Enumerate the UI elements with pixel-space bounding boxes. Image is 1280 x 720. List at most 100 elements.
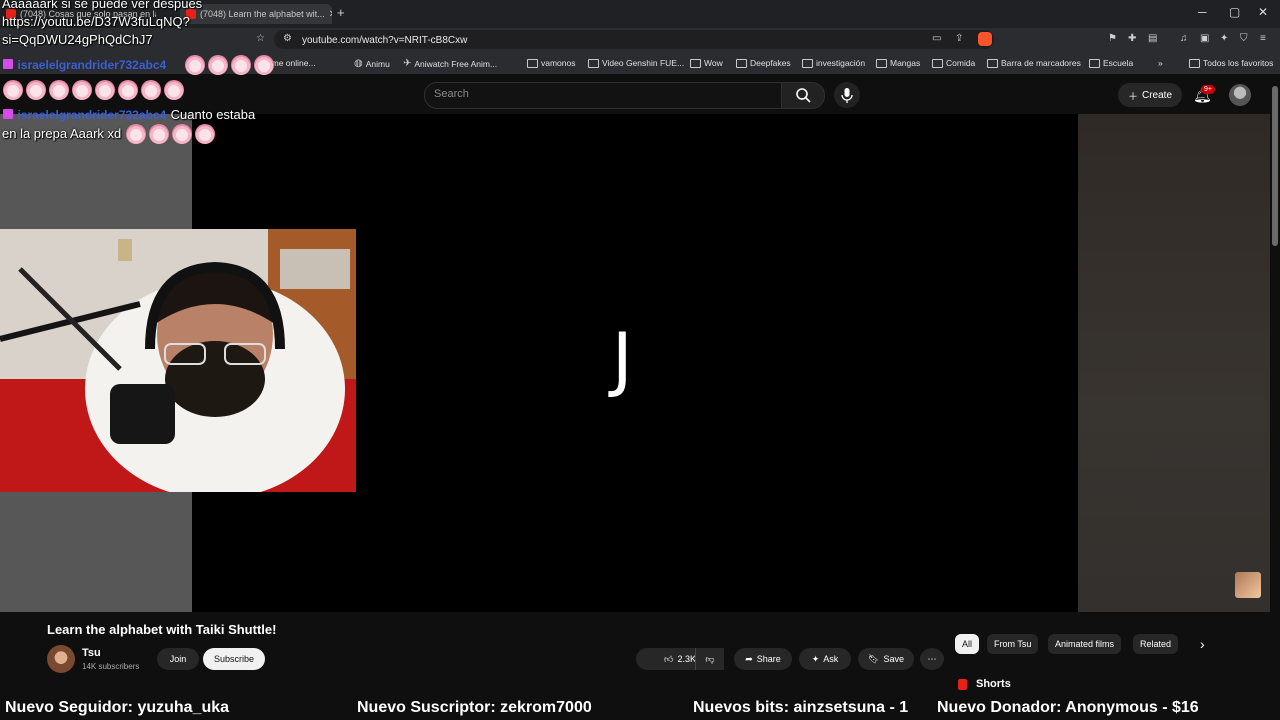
search-icon — [796, 88, 811, 103]
puzzle-icon[interactable]: ✚ — [1128, 33, 1136, 44]
bookmark-label: Escuela — [1103, 58, 1134, 68]
ask-button[interactable]: ✦ Ask — [799, 648, 851, 670]
webcam-feed — [0, 229, 356, 492]
search-input[interactable] — [424, 82, 783, 109]
new-tab-button[interactable]: + — [337, 5, 345, 20]
bookmark-aniwatch[interactable]: ✈ Aniwatch Free Anim... — [403, 58, 497, 69]
url-text[interactable]: youtube.com/watch?v=NRIT-cB8Cxw — [302, 35, 467, 46]
all-bookmarks[interactable]: Todos los favoritos — [1189, 58, 1273, 68]
bookmark-comida[interactable]: Comida — [932, 58, 975, 68]
tab-learn-alphabet[interactable]: (7048) Learn the alphabet wit... ✕ — [180, 4, 332, 24]
music-icon[interactable]: ♫ — [1180, 33, 1188, 44]
cast-icon[interactable]: ▭ — [932, 33, 941, 44]
emote-icon — [148, 124, 169, 144]
emote-icon — [95, 80, 115, 100]
channel-watermark[interactable] — [1235, 572, 1261, 598]
more-bookmarks-icon[interactable]: » — [1158, 58, 1163, 68]
folder-icon — [690, 58, 701, 68]
emote-icon — [141, 80, 161, 100]
emote-icon — [164, 80, 184, 100]
brave-shield-icon[interactable] — [978, 32, 992, 46]
bookmark-barra[interactable]: Barra de marcadores — [987, 58, 1081, 68]
chat-line: Aaaaaark si se puede ver despues — [2, 0, 203, 11]
share-button[interactable]: ➦ Share — [734, 648, 792, 670]
shorts-icon — [958, 679, 967, 690]
dislike-button[interactable]: 👎︎ — [695, 648, 724, 670]
bookmark-label: Todos los favoritos — [1203, 58, 1274, 68]
close-window-icon[interactable]: ✕ — [1258, 5, 1268, 19]
vpn-icon[interactable]: ⛉ — [1240, 33, 1248, 44]
chip-animated-films[interactable]: Animated films — [1048, 634, 1122, 654]
emote-icon — [231, 55, 252, 75]
leo-ai-icon[interactable]: ✦ — [1220, 33, 1228, 44]
menu-icon[interactable]: ≡ — [1260, 33, 1266, 44]
emote-icon — [3, 80, 23, 100]
chat-line: https://youtu.be/D37W3fuLqNQ? — [2, 14, 190, 29]
more-dots-icon: ⋯ — [927, 653, 937, 664]
bookmark-wow[interactable]: Wow — [690, 58, 723, 68]
chip-all[interactable]: All — [955, 634, 980, 654]
channel-avatar[interactable] — [47, 645, 75, 673]
theater-right-area — [1078, 114, 1270, 612]
ticker-subscriber: Nuevo Suscriptor: zekrom7000 — [357, 699, 592, 716]
wallet-icon[interactable]: ▣ — [1200, 33, 1209, 44]
voice-search-button[interactable] — [834, 82, 860, 108]
folder-icon — [588, 58, 599, 68]
subscribe-button[interactable]: Subscribe — [203, 648, 265, 670]
chat-line: si=QqDWU24gPhQdChJ7 — [2, 32, 153, 47]
join-button[interactable]: Join — [157, 648, 199, 670]
bookmark-deepfakes[interactable]: Deepfakes — [736, 58, 791, 68]
chat-message-cont: en la prepa Aaark xd — [2, 124, 218, 144]
folder-icon — [1089, 58, 1100, 68]
create-label: Create — [1141, 89, 1172, 101]
emote-icon — [208, 55, 229, 75]
channel-name[interactable]: Tsu — [82, 647, 101, 659]
create-button[interactable]: ＋ Create — [1118, 83, 1182, 107]
bookmark-investigacion[interactable]: investigación — [802, 58, 865, 68]
folder-icon — [932, 58, 943, 68]
sidebar-icon[interactable]: ▤ — [1148, 33, 1157, 44]
bookmark-label: Video Genshin FUE... — [602, 58, 685, 68]
save-label: Save — [883, 654, 904, 664]
search-placeholder: Search — [434, 88, 469, 100]
folder-icon — [876, 58, 887, 68]
thumbs-up-icon: 👍︎ — [664, 653, 674, 664]
share-label: Share — [756, 654, 781, 664]
maximize-icon[interactable]: ▢ — [1229, 5, 1240, 19]
bookmark-vamonos[interactable]: vamonos — [527, 58, 576, 68]
bookmark-label: investigación — [816, 58, 866, 68]
plus-icon: ＋ — [1127, 91, 1138, 103]
search-button[interactable] — [781, 82, 825, 109]
bookmark-escuela[interactable]: Escuela — [1089, 58, 1133, 68]
site-info-icon[interactable]: ⚙ — [283, 33, 292, 44]
bookmark-label: Animu — [365, 58, 390, 69]
chevron-right-icon[interactable]: › — [1200, 636, 1205, 652]
share-page-icon[interactable]: ⇪ — [955, 33, 963, 44]
bookmark-star-icon[interactable]: ☆ — [256, 33, 265, 44]
chat-username: israelelgrandrider732abc4 — [17, 108, 167, 122]
more-actions-button[interactable]: ⋯ — [920, 648, 944, 670]
chip-from-tsu[interactable]: From Tsu — [987, 634, 1039, 654]
page-scrollbar[interactable] — [1272, 86, 1278, 246]
chat-emote-row: israelelgrandrider732abc4 — [3, 55, 277, 75]
close-tab-icon[interactable]: ✕ — [329, 9, 332, 20]
emote-icon — [194, 124, 215, 144]
minimize-icon[interactable]: ─ — [1198, 5, 1207, 19]
chip-related[interactable]: Related — [1133, 634, 1179, 654]
bookmark-genshin[interactable]: Video Genshin FUE... — [588, 58, 684, 68]
bookmark-icon: 🔖︎ — [868, 653, 880, 664]
emote-icon — [254, 55, 275, 75]
chat-message: israelelgrandrider732abc4 Cuanto estaba — [3, 106, 255, 124]
bookmark-label: Comida — [946, 58, 976, 68]
folder-icon — [987, 58, 998, 68]
account-avatar[interactable] — [1229, 84, 1251, 106]
extension-icon[interactable]: ⚑ — [1108, 33, 1117, 44]
emote-icon — [72, 80, 92, 100]
gift-icon — [3, 109, 13, 119]
save-button[interactable]: 🔖︎ Save — [858, 648, 914, 670]
aniwatch-icon: ✈ — [403, 58, 412, 69]
bookmark-animu[interactable]: ◍ Animu — [354, 58, 390, 69]
tab-label: (7048) Learn the alphabet wit... — [200, 9, 325, 19]
bookmark-mangas[interactable]: Mangas — [876, 58, 920, 68]
bookmark-label: Aniwatch Free Anim... — [414, 58, 498, 69]
